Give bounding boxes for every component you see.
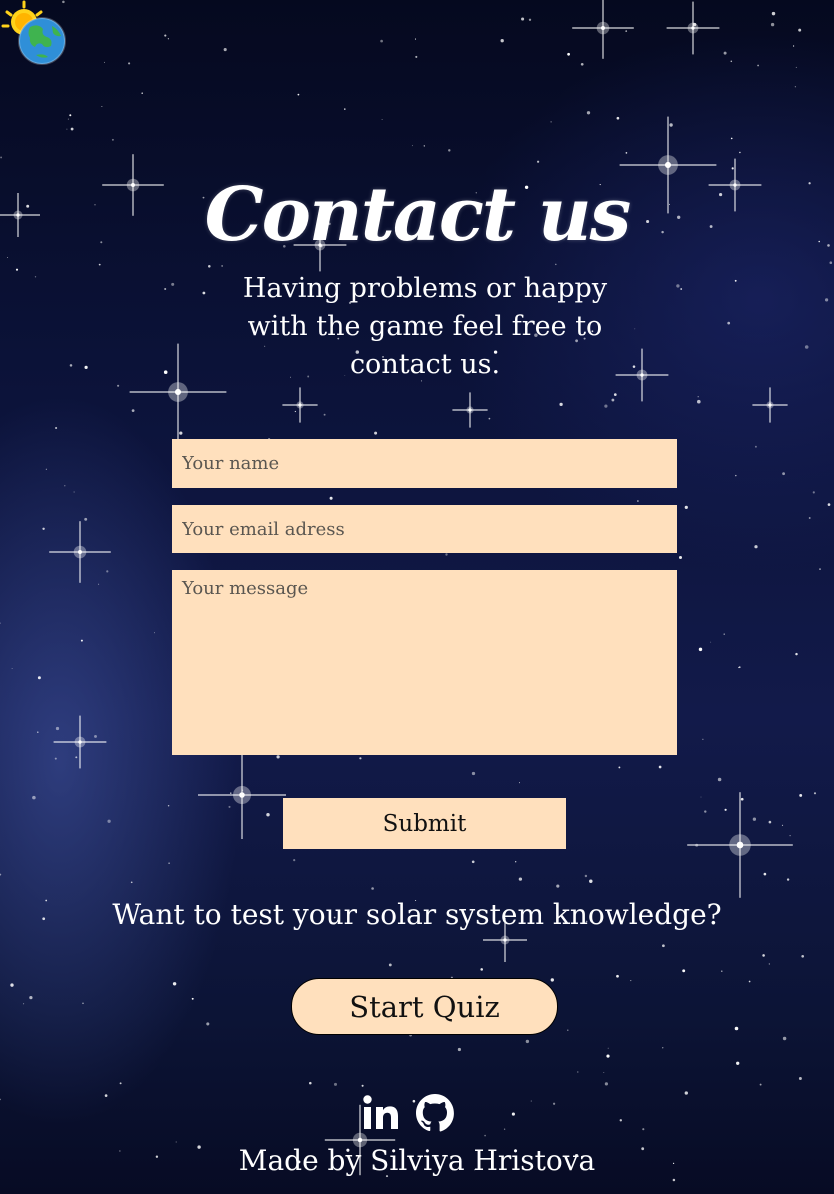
logo[interactable] (0, 0, 70, 66)
start-quiz-button[interactable]: Start Quiz (291, 978, 558, 1035)
github-icon (416, 1094, 454, 1132)
social-links (360, 1092, 460, 1134)
earth-icon (18, 17, 66, 65)
intro-text: Having problems or happy with the game f… (242, 273, 608, 380)
email-field[interactable] (172, 505, 677, 553)
quiz-prompt: Want to test your solar system knowledge… (112, 898, 722, 931)
contact-page: Contact us Having problems or happy with… (0, 0, 834, 1194)
name-field[interactable] (172, 439, 677, 488)
submit-button[interactable]: Submit (283, 798, 566, 849)
linkedin-link[interactable] (360, 1092, 402, 1134)
footer-credit: Made by Silviya Hristova (238, 1144, 596, 1177)
linkedin-icon (363, 1095, 398, 1129)
message-field[interactable] (172, 570, 677, 755)
page-title: Contact us (204, 171, 632, 258)
github-link[interactable] (414, 1092, 456, 1134)
